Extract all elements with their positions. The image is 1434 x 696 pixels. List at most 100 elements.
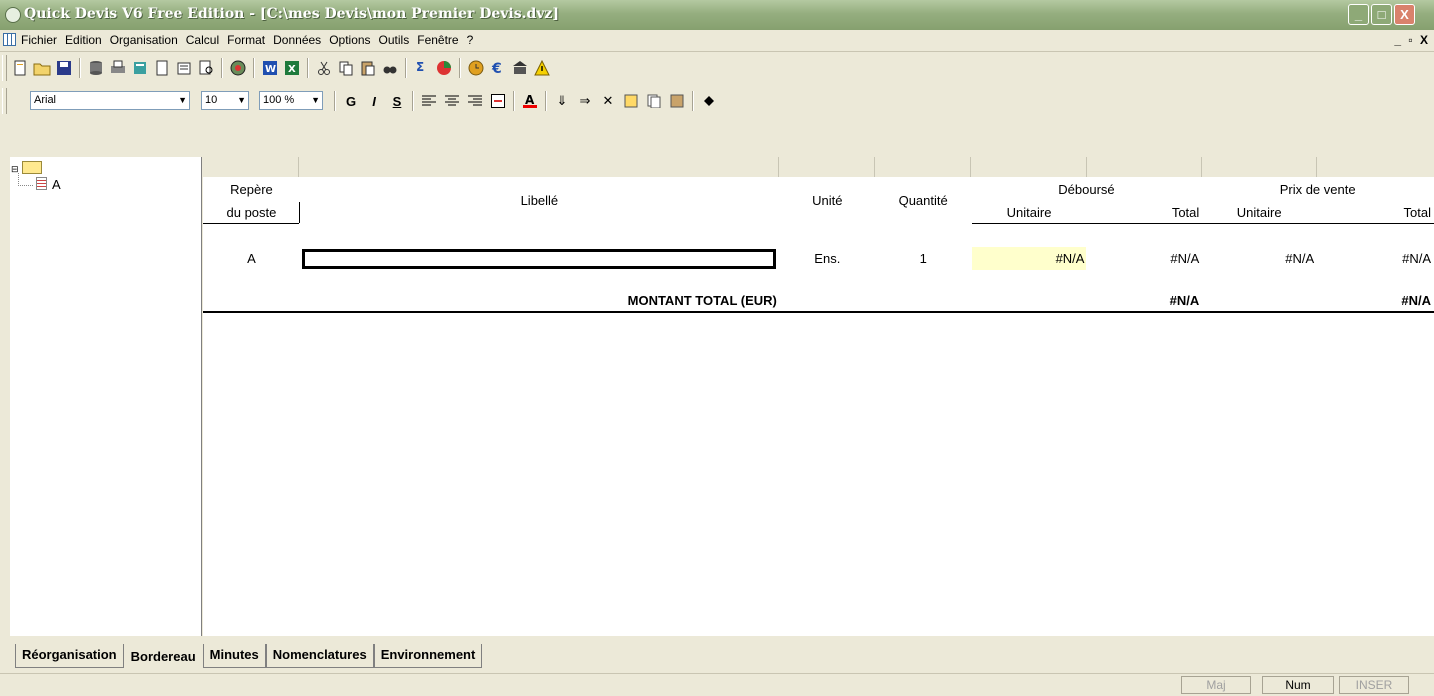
arrow-down-icon[interactable]: ⇓ bbox=[552, 92, 572, 111]
delete-icon[interactable]: ✕ bbox=[598, 92, 618, 111]
paste-row-icon[interactable] bbox=[667, 92, 687, 111]
clock-icon[interactable] bbox=[467, 59, 485, 77]
italic-button[interactable]: I bbox=[364, 92, 384, 111]
cell-blank[interactable] bbox=[203, 290, 300, 313]
menu-fichier[interactable]: Fichier bbox=[21, 33, 57, 47]
tab-minutes[interactable]: Minutes bbox=[202, 644, 266, 668]
menu-organisation[interactable]: Organisation bbox=[110, 33, 178, 47]
cell-pv-unitaire[interactable]: #N/A bbox=[1201, 246, 1318, 271]
menu-outils[interactable]: Outils bbox=[379, 33, 410, 47]
cell-deb-unitaire[interactable]: #N/A bbox=[970, 246, 1088, 271]
cell-blank[interactable] bbox=[1086, 270, 1203, 291]
toolbar-grip[interactable] bbox=[2, 55, 7, 81]
cell-blank[interactable] bbox=[203, 223, 300, 247]
euro-icon[interactable]: € bbox=[489, 59, 507, 77]
cell-blank[interactable] bbox=[1201, 223, 1318, 247]
cell-blank[interactable] bbox=[1201, 270, 1318, 291]
merge-cells-icon[interactable] bbox=[488, 92, 508, 111]
menu-format[interactable]: Format bbox=[227, 33, 265, 47]
cell-blank[interactable] bbox=[874, 223, 972, 247]
cell-blank[interactable] bbox=[778, 223, 876, 247]
menu-donnees[interactable]: Données bbox=[273, 33, 321, 47]
cell-deb-total[interactable]: #N/A bbox=[1086, 246, 1203, 271]
cell-blank[interactable] bbox=[970, 290, 1088, 313]
cell-quantite[interactable]: 1 bbox=[874, 246, 972, 271]
close-button[interactable]: X bbox=[1394, 4, 1415, 25]
globe-icon[interactable] bbox=[229, 59, 247, 77]
cut-icon[interactable] bbox=[315, 59, 333, 77]
cell-pv-total[interactable]: #N/A bbox=[1316, 246, 1434, 271]
find-icon[interactable] bbox=[381, 59, 399, 77]
page-setup-icon[interactable] bbox=[175, 59, 193, 77]
selected-cell[interactable] bbox=[302, 248, 777, 269]
paste-icon[interactable] bbox=[359, 59, 377, 77]
bank-icon[interactable] bbox=[511, 59, 529, 77]
cell-libelle[interactable] bbox=[298, 246, 780, 271]
open-folder-icon[interactable] bbox=[33, 59, 51, 77]
align-right-icon[interactable] bbox=[465, 92, 485, 111]
align-center-icon[interactable] bbox=[442, 92, 462, 111]
chevron-down-icon[interactable]: ▼ bbox=[178, 92, 187, 109]
cell-blank[interactable] bbox=[203, 270, 300, 291]
svg-text:Σ: Σ bbox=[416, 60, 424, 74]
font-name-select[interactable]: Arial ▼ bbox=[30, 91, 190, 110]
chevron-down-icon[interactable]: ▼ bbox=[311, 92, 320, 109]
bold-button[interactable]: G bbox=[341, 92, 361, 111]
print-icon[interactable] bbox=[109, 59, 127, 77]
font-size-select[interactable]: 10 ▼ bbox=[201, 91, 249, 110]
cell-unite[interactable]: Ens. bbox=[778, 246, 876, 271]
app-icon[interactable] bbox=[5, 7, 21, 23]
menu-calcul[interactable]: Calcul bbox=[186, 33, 219, 47]
warning-icon[interactable] bbox=[533, 59, 551, 77]
database-icon[interactable] bbox=[87, 59, 105, 77]
zoom-select[interactable]: 100 % ▼ bbox=[259, 91, 323, 110]
arrow-right-icon[interactable]: ⇒ bbox=[575, 92, 595, 111]
copy-row-icon[interactable] bbox=[644, 92, 664, 111]
menu-options[interactable]: Options bbox=[329, 33, 370, 47]
menu-fenetre[interactable]: Fenêtre bbox=[417, 33, 458, 47]
font-color-icon[interactable]: A bbox=[520, 92, 540, 111]
save-icon[interactable] bbox=[55, 59, 73, 77]
tab-reorganisation[interactable]: Réorganisation bbox=[15, 644, 124, 668]
document-node-icon[interactable] bbox=[36, 177, 47, 190]
cell-blank[interactable] bbox=[298, 223, 780, 247]
cell-blank[interactable] bbox=[1086, 223, 1203, 247]
cell-blank[interactable] bbox=[874, 290, 972, 313]
menu-help[interactable]: ? bbox=[467, 33, 474, 47]
menu-edition[interactable]: Edition bbox=[65, 33, 102, 47]
toolbar-grip[interactable] bbox=[2, 88, 7, 114]
chart-icon[interactable] bbox=[435, 59, 453, 77]
mdi-window-controls[interactable]: _ ▫ X bbox=[1394, 33, 1430, 47]
cell-blank[interactable] bbox=[970, 223, 1088, 247]
maximize-button[interactable]: □ bbox=[1371, 4, 1392, 25]
print-preview-icon[interactable] bbox=[197, 59, 215, 77]
cell-blank[interactable] bbox=[970, 270, 1088, 291]
cell-blank[interactable] bbox=[298, 270, 780, 291]
header-repere: Repère bbox=[203, 177, 300, 202]
tab-environnement[interactable]: Environnement bbox=[373, 644, 483, 668]
document-icon[interactable] bbox=[3, 33, 16, 46]
cut-row-icon[interactable] bbox=[621, 92, 641, 111]
excel-export-icon[interactable]: X bbox=[283, 59, 301, 77]
cell-blank[interactable] bbox=[874, 270, 972, 291]
cell-repere[interactable]: A bbox=[203, 246, 300, 271]
minimize-button[interactable]: _ bbox=[1348, 4, 1369, 25]
tab-bordereau[interactable]: Bordereau bbox=[123, 644, 203, 668]
cell-blank[interactable] bbox=[778, 290, 876, 313]
underline-button[interactable]: S bbox=[387, 92, 407, 111]
cell-blank[interactable] bbox=[1201, 290, 1318, 313]
fill-icon[interactable] bbox=[699, 92, 719, 111]
tree-node-label[interactable]: A bbox=[52, 177, 61, 192]
tab-nomenclatures[interactable]: Nomenclatures bbox=[265, 644, 374, 668]
report-icon[interactable] bbox=[131, 59, 149, 77]
chevron-down-icon[interactable]: ▼ bbox=[237, 92, 246, 109]
cell-blank[interactable] bbox=[778, 270, 876, 291]
word-export-icon[interactable]: W bbox=[261, 59, 279, 77]
copy-icon[interactable] bbox=[337, 59, 355, 77]
align-left-icon[interactable] bbox=[419, 92, 439, 111]
cell-blank[interactable] bbox=[1316, 223, 1434, 247]
page-icon[interactable] bbox=[153, 59, 171, 77]
cell-blank[interactable] bbox=[1316, 270, 1434, 291]
new-document-icon[interactable] bbox=[11, 59, 29, 77]
sum-icon[interactable]: Σ bbox=[413, 59, 431, 77]
